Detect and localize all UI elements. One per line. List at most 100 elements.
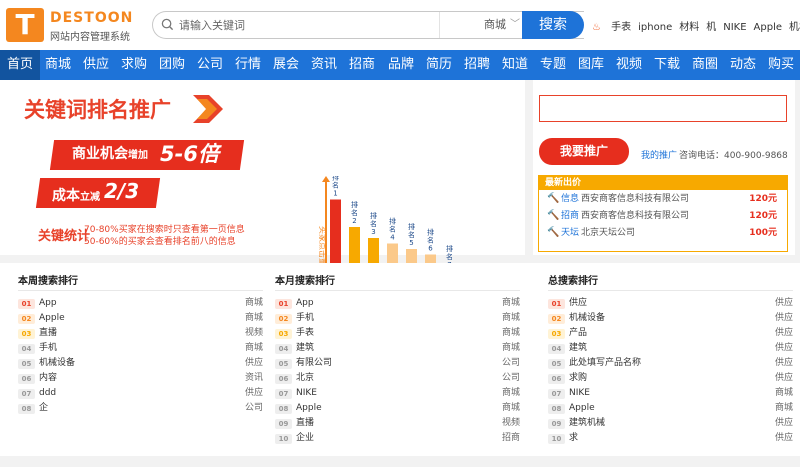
rank-keyword[interactable]: 建筑机械 [569, 416, 605, 431]
nav-item[interactable]: 首页 [0, 50, 40, 80]
rank-keyword[interactable]: 企业 [296, 431, 314, 446]
banner-line2: 成本立减 [52, 185, 100, 205]
ranking-row[interactable]: 02 Apple 商城 [18, 311, 263, 326]
rank-keyword[interactable]: 手机 [296, 311, 314, 326]
ranking-column: 本周搜索排行 01 App 商城 02 Apple 商城 03 直播 视频 04 手机 商城 05 机械设备… [18, 263, 263, 456]
promote-button[interactable]: 我要推广 [539, 138, 629, 165]
ranking-row[interactable]: 08 Apple 商城 [548, 401, 793, 416]
ranking-row[interactable]: 05 有限公司 公司 [275, 356, 520, 371]
ranking-row[interactable]: 05 此处填写产品名称 供应 [548, 356, 793, 371]
ranking-row[interactable]: 04 建筑 商城 [275, 341, 520, 356]
rank-keyword[interactable]: 机械设备 [39, 356, 75, 371]
nav-item[interactable]: 展会 [266, 50, 306, 80]
nav-item[interactable]: 简历 [419, 50, 459, 80]
ranking-row[interactable]: 08 企 公司 [18, 401, 263, 416]
rank-keyword[interactable]: 企 [39, 401, 48, 416]
ranking-row[interactable]: 01 App 商城 [18, 296, 263, 311]
nav-item[interactable]: 图库 [571, 50, 611, 80]
rank-keyword[interactable]: App [296, 296, 314, 311]
search-input[interactable] [179, 15, 429, 35]
rank-keyword[interactable]: Apple [296, 401, 322, 416]
nav-item[interactable]: 下载 [647, 50, 687, 80]
hot-keyword-link[interactable]: 手表 [611, 22, 631, 33]
nav-item[interactable]: 商圈 [685, 50, 725, 80]
promo-keyword-input[interactable] [539, 95, 787, 122]
my-promo-link[interactable]: 我的推广 [641, 148, 677, 161]
nav-item[interactable]: 招商 [342, 50, 382, 80]
rank-keyword[interactable]: Apple [569, 401, 595, 416]
rank-category: 供应 [774, 313, 793, 323]
nav-item[interactable]: 供应 [76, 50, 116, 80]
nav-item[interactable]: 商城 [38, 50, 78, 80]
rank-keyword[interactable]: 手表 [296, 326, 314, 341]
ranking-row[interactable]: 06 内容 资讯 [18, 371, 263, 386]
rank-keyword[interactable]: 求购 [569, 371, 587, 386]
rank-keyword[interactable]: ddd [39, 386, 56, 401]
nav-item[interactable]: 求购 [114, 50, 154, 80]
ranking-row[interactable]: 09 直播 视频 [275, 416, 520, 431]
nav-item[interactable]: 视频 [609, 50, 649, 80]
rank-keyword[interactable]: 有限公司 [296, 356, 332, 371]
ranking-row[interactable]: 10 企业 招商 [275, 431, 520, 446]
nav-item[interactable]: 专题 [533, 50, 573, 80]
rank-keyword[interactable]: 手机 [39, 341, 57, 356]
main-nav: 首页 商城 供应 求购 团购 公司 行情 展会 资讯 招商 品牌 简历 招聘 知道 专题 图库 视频 下载 商圈 动态… [0, 50, 800, 80]
ranking-row[interactable]: 03 产品 供应 [548, 326, 793, 341]
bid-row[interactable]: 🔨 信息 西安商客信息科技有限公司 120元 [539, 191, 787, 207]
rank-keyword[interactable]: 机械设备 [569, 311, 605, 326]
ranking-row[interactable]: 06 北京 公司 [275, 371, 520, 386]
ranking-row[interactable]: 01 供应 供应 [548, 296, 793, 311]
rank-keyword[interactable]: 供应 [569, 296, 587, 311]
ranking-row[interactable]: 03 手表 商城 [275, 326, 520, 341]
ranking-row[interactable]: 04 手机 商城 [18, 341, 263, 356]
hot-keyword-link[interactable]: Apple [754, 22, 782, 33]
hot-keyword-link[interactable]: NIKE [723, 22, 746, 33]
rank-keyword[interactable]: 直播 [296, 416, 314, 431]
nav-item[interactable]: 资讯 [304, 50, 344, 80]
rank-category: 资讯 [244, 373, 263, 383]
ranking-row[interactable]: 02 机械设备 供应 [548, 311, 793, 326]
bid-row[interactable]: 🔨 天坛 北京天坛公司 100元 [539, 225, 787, 241]
rank-keyword[interactable]: NIKE [296, 386, 317, 401]
rank-keyword[interactable]: Apple [39, 311, 65, 326]
rank-keyword[interactable]: 直播 [39, 326, 57, 341]
site-logo[interactable]: T DESTOON 网站内容管理系统 [6, 8, 132, 43]
ranking-row[interactable]: 07 NIKE 商城 [275, 386, 520, 401]
ranking-row[interactable]: 09 建筑机械 供应 [548, 416, 793, 431]
rank-keyword[interactable]: 求 [569, 431, 578, 446]
ranking-row[interactable]: 07 NIKE 商城 [548, 386, 793, 401]
nav-item[interactable]: 购买 [761, 50, 800, 80]
rank-keyword[interactable]: 内容 [39, 371, 57, 386]
rank-number: 03 [548, 329, 565, 339]
nav-item[interactable]: 动态 [723, 50, 763, 80]
ranking-row[interactable]: 04 建筑 供应 [548, 341, 793, 356]
ranking-row[interactable]: 07 ddd 供应 [18, 386, 263, 401]
search-icon [161, 18, 174, 31]
rank-keyword[interactable]: 建筑 [296, 341, 314, 356]
search-button[interactable]: 搜索 [522, 11, 584, 39]
nav-item[interactable]: 行情 [228, 50, 268, 80]
hot-keyword-link[interactable]: iphone [638, 22, 672, 33]
ranking-row[interactable]: 03 直播 视频 [18, 326, 263, 341]
hot-keyword-link[interactable]: 机械 [789, 22, 800, 33]
nav-item[interactable]: 团购 [152, 50, 192, 80]
rank-keyword[interactable]: NIKE [569, 386, 590, 401]
ranking-row[interactable]: 08 Apple 商城 [275, 401, 520, 416]
rank-keyword[interactable]: 北京 [296, 371, 314, 386]
rank-keyword[interactable]: 建筑 [569, 341, 587, 356]
rank-keyword[interactable]: App [39, 296, 57, 311]
ranking-row[interactable]: 02 手机 商城 [275, 311, 520, 326]
ranking-row[interactable]: 05 机械设备 供应 [18, 356, 263, 371]
nav-item[interactable]: 招聘 [457, 50, 497, 80]
ranking-row[interactable]: 01 App 商城 [275, 296, 520, 311]
nav-item[interactable]: 公司 [190, 50, 230, 80]
rank-keyword[interactable]: 产品 [569, 326, 587, 341]
ranking-row[interactable]: 06 求购 供应 [548, 371, 793, 386]
bid-row[interactable]: 🔨 招商 西安商客信息科技有限公司 120元 [539, 208, 787, 224]
nav-item[interactable]: 品牌 [381, 50, 421, 80]
hot-keyword-link[interactable]: 材料 [679, 22, 699, 33]
rank-keyword[interactable]: 此处填写产品名称 [569, 356, 641, 371]
hot-keyword-link[interactable]: 机 [706, 22, 716, 33]
nav-item[interactable]: 知道 [495, 50, 535, 80]
ranking-row[interactable]: 10 求 供应 [548, 431, 793, 446]
